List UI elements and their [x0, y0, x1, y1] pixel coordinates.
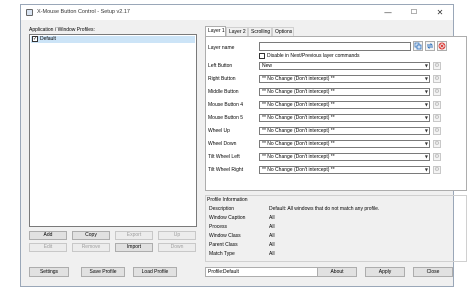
wheel-down-value: ** No Change (Don't intercept) ** [262, 141, 335, 147]
chevron-down-icon: ▼ [424, 76, 428, 81]
chevron-down-icon: ▼ [424, 63, 428, 68]
profile-item-label: Default [40, 36, 56, 42]
close-button[interactable]: Close [413, 267, 453, 277]
layer-name-label: Layer name [208, 45, 235, 51]
profile-status-label: Profile: [208, 269, 224, 275]
mouse-button-4-label: Mouse Button 4 [208, 102, 244, 108]
middle-button-value: ** No Change (Don't intercept) ** [262, 89, 335, 95]
profile-status-value: Default [223, 269, 239, 275]
info-key-description: Description [209, 206, 235, 212]
left-button-select[interactable]: New ▼ [259, 62, 430, 70]
mouse-button-5-value: ** No Change (Don't intercept) ** [262, 115, 335, 121]
right-button-select[interactable]: ** No Change (Don't intercept) ** ▼ [259, 75, 430, 83]
gear-icon[interactable]: ⚙ [433, 101, 441, 109]
chevron-down-icon: ▼ [424, 89, 428, 94]
mouse-button-4-value: ** No Change (Don't intercept) ** [262, 102, 335, 108]
gear-icon[interactable]: ⚙ [433, 140, 441, 148]
edit-button[interactable]: Edit [29, 243, 67, 252]
profile-item-default[interactable]: ✓ Default [31, 36, 195, 43]
tilt-wheel-right-select[interactable]: ** No Change (Don't intercept) ** ▼ [259, 166, 430, 174]
info-key-parent-class: Parent Class [209, 242, 238, 248]
gear-icon[interactable]: ⚙ [433, 127, 441, 135]
window-title: X-Mouse Button Control - Setup v2.17 [37, 9, 130, 15]
tab-options[interactable]: Options [272, 27, 294, 36]
tilt-wheel-left-value: ** No Change (Don't intercept) ** [262, 154, 335, 160]
apply-button[interactable]: Apply [365, 267, 405, 277]
tilt-wheel-left-select[interactable]: ** No Change (Don't intercept) ** ▼ [259, 153, 430, 161]
title-bar[interactable]: X-Mouse Button Control - Setup v2.17 — ☐… [21, 5, 453, 20]
right-button-label: Right Button [208, 76, 236, 82]
middle-button-label: Middle Button [208, 89, 239, 95]
clear-layer-icon[interactable] [437, 41, 447, 51]
info-key-window-caption: Window Caption [209, 215, 246, 221]
info-value-window-caption: All [269, 215, 275, 221]
left-button-label: Left Button [208, 63, 233, 69]
gear-icon[interactable]: ⚙ [433, 75, 441, 83]
disable-layer-label: Disable in Next/Previous layer commands [267, 53, 360, 59]
minimize-icon[interactable]: — [375, 5, 401, 20]
wheel-up-value: ** No Change (Don't intercept) ** [262, 128, 335, 134]
chevron-down-icon: ▼ [424, 167, 428, 172]
layer-name-input[interactable] [259, 42, 411, 51]
mouse-button-4-select[interactable]: ** No Change (Don't intercept) ** ▼ [259, 101, 430, 109]
up-button[interactable]: Up [158, 231, 196, 240]
tab-layer-1[interactable]: Layer 1 [205, 26, 226, 36]
mouse-button-5-label: Mouse Button 5 [208, 115, 244, 121]
wheel-down-select[interactable]: ** No Change (Don't intercept) ** ▼ [259, 140, 430, 148]
info-value-process: All [269, 224, 275, 230]
disable-layer-checkbox[interactable] [259, 53, 265, 59]
gear-icon[interactable]: ⚙ [433, 114, 441, 122]
app-window: X-Mouse Button Control - Setup v2.17 — ☐… [20, 4, 467, 287]
load-profile-button[interactable]: Load Profile [133, 267, 177, 277]
maximize-icon[interactable]: ☐ [401, 5, 427, 20]
middle-button-select[interactable]: ** No Change (Don't intercept) ** ▼ [259, 88, 430, 96]
gear-icon[interactable]: ⚙ [433, 153, 441, 161]
save-profile-button[interactable]: Save Profile [81, 267, 125, 277]
add-button[interactable]: Add [29, 231, 67, 240]
tilt-wheel-right-label: Tilt Wheel Right [208, 167, 244, 173]
profiles-label: Application / Window Profiles: [29, 27, 95, 33]
gear-icon[interactable]: ⚙ [433, 88, 441, 96]
mouse-app-icon [26, 9, 33, 16]
down-button[interactable]: Down [158, 243, 196, 252]
info-key-process: Process [209, 224, 228, 230]
import-button[interactable]: Import [115, 243, 153, 252]
export-button[interactable]: Export [115, 231, 153, 240]
info-value-parent-class: All [269, 242, 275, 248]
profiles-list[interactable]: ✓ Default [29, 34, 197, 227]
left-button-value: New [262, 63, 273, 69]
remove-button[interactable]: Remove [72, 243, 110, 252]
gear-icon[interactable]: ⚙ [433, 166, 441, 174]
close-icon[interactable]: ✕ [427, 5, 453, 20]
mouse-button-5-select[interactable]: ** No Change (Don't intercept) ** ▼ [259, 114, 430, 122]
wheel-up-label: Wheel Up [208, 128, 230, 134]
tilt-wheel-right-value: ** No Change (Don't intercept) ** [262, 167, 335, 173]
chevron-down-icon: ▼ [424, 102, 428, 107]
wheel-up-select[interactable]: ** No Change (Don't intercept) ** ▼ [259, 127, 430, 135]
info-value-window-class: All [269, 233, 275, 239]
about-button[interactable]: About [317, 267, 357, 277]
right-button-value: ** No Change (Don't intercept) ** [262, 76, 335, 82]
info-value-description: Default: All windows that do not match a… [269, 206, 380, 212]
gear-icon[interactable]: ⚙ [433, 62, 441, 70]
info-value-match-type: All [269, 251, 275, 257]
chevron-down-icon: ▼ [424, 115, 428, 120]
profile-enabled-checkbox[interactable]: ✓ [32, 36, 38, 42]
profile-info-title: Profile Information [207, 197, 248, 203]
wheel-down-label: Wheel Down [208, 141, 237, 147]
chevron-down-icon: ▼ [424, 141, 428, 146]
chevron-down-icon: ▼ [424, 128, 428, 133]
copy-button[interactable]: Copy [72, 231, 110, 240]
chevron-down-icon: ▼ [424, 154, 428, 159]
tilt-wheel-left-label: Tilt Wheel Left [208, 154, 240, 160]
info-key-match-type: Match Type [209, 251, 235, 257]
swap-layers-icon[interactable] [425, 41, 435, 51]
tab-scrolling[interactable]: Scrolling [248, 27, 272, 36]
tab-layer-2[interactable]: Layer 2 [226, 27, 248, 36]
settings-button[interactable]: Settings [29, 267, 69, 277]
copy-layers-icon[interactable] [413, 41, 423, 51]
info-key-window-class: Window Class [209, 233, 241, 239]
